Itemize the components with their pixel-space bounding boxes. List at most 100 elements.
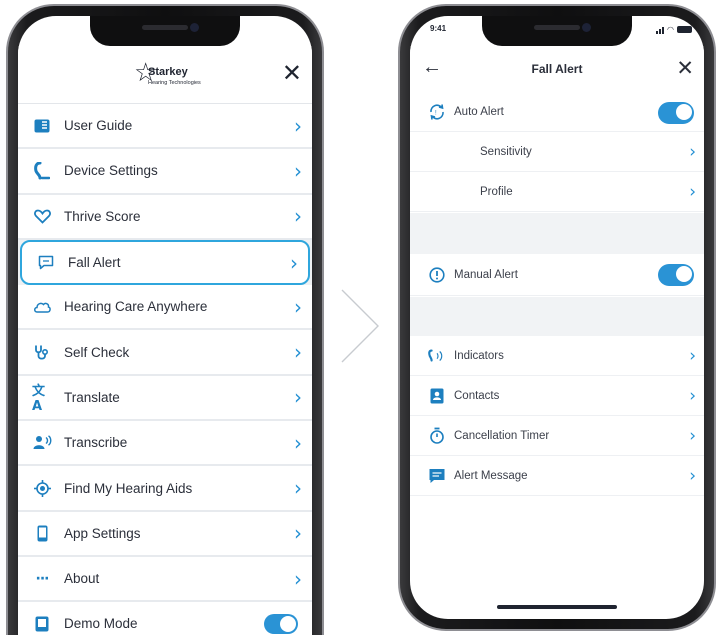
chevron-right-icon: ›	[689, 465, 696, 486]
menu-item-label: Demo Mode	[64, 616, 138, 632]
auto-alert-toggle[interactable]	[658, 102, 694, 124]
close-icon[interactable]: ✕	[282, 62, 302, 86]
chevron-right-divider-icon	[341, 289, 379, 363]
hearing-aid-icon	[32, 161, 52, 181]
menu-item-user-guide[interactable]: User Guide ›	[18, 104, 312, 150]
auto-refresh-icon: !	[428, 103, 446, 121]
alert-message-label: Alert Message	[454, 469, 528, 482]
indicators-label: Indicators	[454, 349, 504, 362]
chevron-right-icon: ›	[294, 204, 302, 229]
phone-icon	[32, 523, 52, 543]
menu-item-label: User Guide	[64, 118, 133, 134]
nav-bar: ← Fall Alert ✕	[410, 46, 704, 92]
sensitivity-row[interactable]: Sensitivity ›	[410, 132, 704, 172]
chevron-right-icon: ›	[689, 345, 696, 366]
menu-item-label: Translate	[64, 389, 120, 405]
cloud-icon	[32, 297, 52, 317]
menu-item-label: Find My Hearing Aids	[64, 480, 193, 496]
menu-item-app-settings[interactable]: App Settings ›	[18, 511, 312, 557]
status-time: 9:41	[430, 24, 447, 33]
menu-item-label: App Settings	[64, 525, 141, 541]
menu-item-translate[interactable]: 文A Translate ›	[18, 375, 312, 422]
menu-item-label: Hearing Care Anywhere	[64, 299, 208, 315]
demo-icon	[32, 614, 52, 634]
profile-label: Profile	[480, 185, 513, 198]
contacts-row[interactable]: Contacts ›	[410, 376, 704, 416]
status-icons: ◠	[656, 25, 692, 34]
chevron-right-icon: ›	[294, 385, 302, 410]
chevron-right-icon: ›	[294, 113, 302, 138]
translate-icon: 文A	[32, 384, 46, 415]
alert-message-row[interactable]: Alert Message ›	[410, 456, 704, 496]
contacts-label: Contacts	[454, 389, 500, 402]
menu-item-label: About	[64, 571, 100, 587]
menu-header: ☆ Starkey Hearing Technologies ✕	[18, 46, 312, 104]
manual-alert-toggle[interactable]	[658, 264, 694, 286]
notch	[90, 16, 240, 46]
heart-icon	[32, 206, 52, 226]
manual-alert-row: Manual Alert	[410, 254, 704, 296]
chevron-right-icon: ›	[689, 425, 696, 446]
chevron-right-icon: ›	[689, 385, 696, 406]
close-icon[interactable]: ✕	[676, 56, 694, 81]
menu-item-hearing-care-anywhere[interactable]: Hearing Care Anywhere ›	[18, 285, 312, 331]
menu-item-label: Transcribe	[64, 435, 128, 451]
notch	[482, 16, 632, 46]
right-phone-frame: 9:41 ◠ ← Fall Alert ✕ ! Auto Alert Sensi…	[398, 4, 716, 631]
section-gap	[410, 297, 704, 336]
indicators-icon	[428, 347, 446, 365]
menu-item-label: Device Settings	[64, 163, 158, 179]
chevron-right-icon: ›	[294, 158, 302, 183]
location-target-icon	[32, 478, 52, 498]
auto-alert-row: ! Auto Alert	[410, 92, 704, 132]
alert-circle-icon	[428, 266, 446, 284]
menu-screen: ☆ Starkey Hearing Technologies ✕ User Gu…	[18, 16, 312, 635]
menu-item-find-my-hearing-aids[interactable]: Find My Hearing Aids ›	[18, 466, 312, 512]
chevron-right-icon: ›	[294, 566, 302, 591]
indicators-row[interactable]: Indicators ›	[410, 336, 704, 376]
signal-icon	[656, 26, 665, 34]
menu-item-label: Self Check	[64, 344, 130, 360]
demo-mode-toggle[interactable]	[264, 614, 298, 635]
timer-icon	[428, 427, 446, 445]
menu-item-label: Thrive Score	[64, 208, 141, 224]
speaking-person-icon	[32, 433, 52, 453]
wifi-icon: ◠	[667, 25, 674, 34]
chat-bubble-icon	[36, 253, 56, 273]
ellipsis-icon: ···	[35, 570, 50, 587]
contacts-icon	[428, 387, 446, 405]
message-icon	[428, 467, 446, 485]
battery-icon	[677, 26, 692, 33]
stethoscope-icon	[32, 342, 52, 362]
chevron-right-icon: ›	[294, 521, 302, 546]
logo-brand: Starkey	[148, 66, 188, 78]
menu-list: User Guide › Device Settings › Thrive Sc…	[18, 104, 312, 635]
menu-item-about[interactable]: ··· About ›	[18, 556, 312, 603]
chevron-right-icon: ›	[294, 430, 302, 455]
menu-item-fall-alert[interactable]: Fall Alert ›	[20, 239, 310, 286]
menu-item-transcribe[interactable]: Transcribe ›	[18, 421, 312, 467]
cancellation-timer-label: Cancellation Timer	[454, 429, 550, 442]
chevron-right-icon: ›	[689, 181, 696, 202]
auto-alert-label: Auto Alert	[454, 105, 504, 118]
logo-subtitle: Hearing Technologies	[148, 80, 201, 86]
chevron-right-icon: ›	[294, 294, 302, 319]
menu-item-demo-mode[interactable]: Demo Mode	[18, 602, 312, 635]
svg-text:!: !	[435, 110, 437, 116]
profile-row[interactable]: Profile ›	[410, 172, 704, 212]
menu-item-label: Fall Alert	[68, 255, 121, 271]
menu-item-device-settings[interactable]: Device Settings ›	[18, 149, 312, 195]
chevron-right-icon: ›	[290, 250, 298, 275]
power-button	[714, 146, 716, 206]
section-gap	[410, 213, 704, 254]
page-title: Fall Alert	[531, 62, 583, 76]
chevron-right-icon: ›	[689, 141, 696, 162]
volume-button	[6, 116, 8, 156]
cancellation-timer-row[interactable]: Cancellation Timer ›	[410, 416, 704, 456]
book-icon	[32, 116, 52, 136]
manual-alert-label: Manual Alert	[454, 268, 518, 281]
left-phone-frame: ☆ Starkey Hearing Technologies ✕ User Gu…	[6, 4, 324, 635]
home-indicator[interactable]	[497, 605, 617, 609]
menu-item-self-check[interactable]: Self Check ›	[18, 330, 312, 376]
menu-item-thrive-score[interactable]: Thrive Score ›	[18, 194, 312, 240]
